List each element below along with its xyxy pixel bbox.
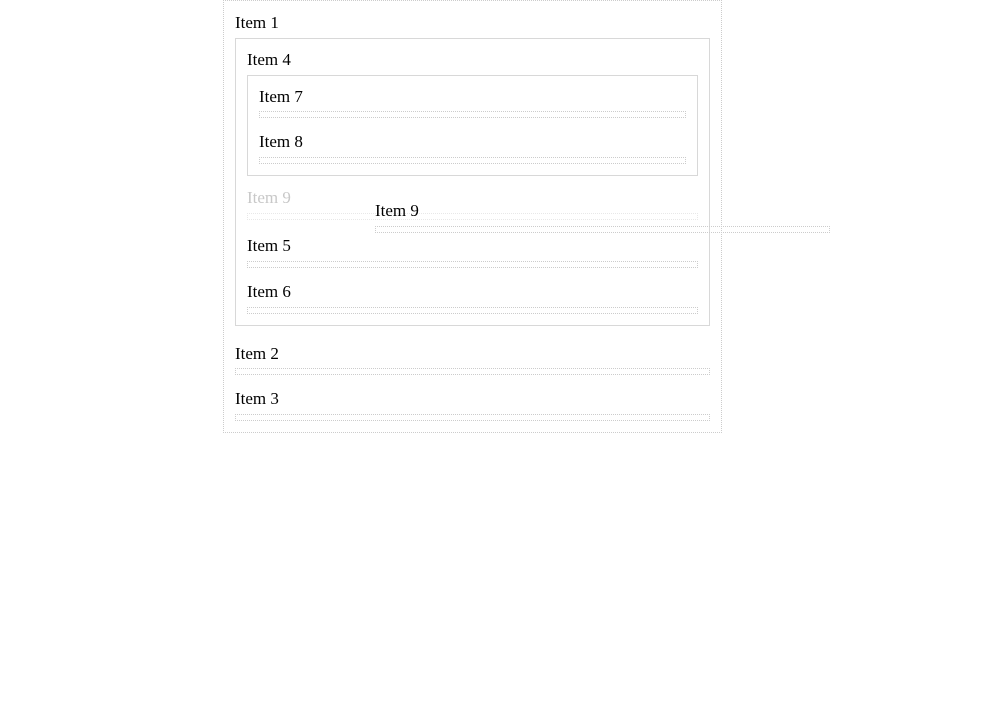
item-5-label: Item 5 (247, 234, 698, 258)
nested-container-level-2: Item 7 Item 8 (247, 75, 698, 177)
item-8-box (259, 157, 686, 164)
item-2-box (235, 368, 710, 375)
item-6-box (247, 307, 698, 314)
item-6-label: Item 6 (247, 280, 698, 304)
overlay-item-9: Item 9 (375, 199, 830, 233)
item-5-box (247, 261, 698, 268)
item-3-box (235, 414, 710, 421)
item-3-label: Item 3 (235, 387, 710, 411)
item-7-label: Item 7 (259, 85, 686, 109)
item-9-overlay-box (375, 226, 830, 233)
item-2-label: Item 2 (235, 342, 710, 366)
item-8-label: Item 8 (259, 130, 686, 154)
item-7-box (259, 111, 686, 118)
item-9-overlay-label: Item 9 (375, 199, 830, 223)
item-4-label: Item 4 (247, 48, 698, 72)
nested-container-level-1: Item 4 Item 7 Item 8 Item 9 Item 5 Item … (235, 38, 710, 326)
item-1-label: Item 1 (235, 11, 710, 35)
